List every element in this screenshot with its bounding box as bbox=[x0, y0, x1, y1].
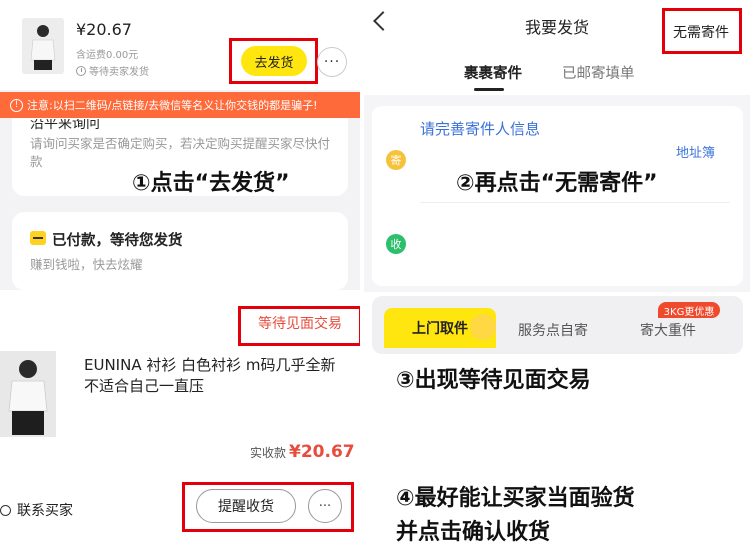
actual-received-amount: ¥20.67 bbox=[289, 442, 355, 462]
wallet-icon bbox=[30, 231, 46, 245]
actual-received: 实收款 ¥20.67 bbox=[250, 442, 355, 462]
step-4-label-line2: 并点击确认收货 bbox=[396, 520, 551, 545]
fraud-warning-text: 注意:以扫二维码/点链接/去微信等名义让你交钱的都是骗子! bbox=[27, 99, 318, 112]
step-3-label: ③出现等待见面交易 bbox=[396, 368, 591, 393]
order-status: 等待见面交易 bbox=[258, 316, 342, 332]
tab-indicator bbox=[474, 88, 504, 91]
step-1-label: ①点击“去发货” bbox=[132, 171, 290, 196]
receive-icon: 收 bbox=[386, 234, 406, 254]
remind-receipt-button[interactable]: 提醒收货 bbox=[196, 489, 296, 523]
order-status: 等待卖家发货 bbox=[76, 63, 149, 78]
panel-send-shipment: 我要发货 无需寄件 裹裹寄件 已邮寄填单 请完善寄件人信息 地址簿 寄 ②再点击… bbox=[364, 0, 750, 292]
warning-icon: ! bbox=[10, 98, 23, 112]
panel-awaiting-meetup: 等待见面交易 EUNINA 衬衫 白色衬衫 m码几乎全新 不适合自己一直压 实收… bbox=[0, 296, 360, 547]
tab-guoguo[interactable]: 裹裹寄件 bbox=[464, 62, 522, 83]
step-2-label: ②再点击“无需寄件” bbox=[456, 171, 658, 196]
product-name[interactable]: EUNINA 衬衫 白色衬衫 m码几乎全新 不适合自己一直压 bbox=[84, 355, 354, 397]
product-thumbnail[interactable] bbox=[22, 18, 64, 74]
promo-badge: 3KG更优惠 bbox=[658, 302, 720, 318]
tab-heavy-item[interactable]: 寄大重件 bbox=[640, 320, 696, 340]
order-status-text: 等待卖家发货 bbox=[89, 67, 149, 78]
step-4-label-line1: ④最好能让买家当面验货 bbox=[396, 486, 635, 511]
fraud-warning-banner: ! 注意:以扫二维码/点链接/去微信等名义让你交钱的都是骗子! bbox=[0, 92, 360, 118]
more-button[interactable]: ··· bbox=[317, 47, 347, 77]
paid-text: 赚到钱啦，快去炫耀 bbox=[30, 257, 143, 272]
tab-service-point[interactable]: 服务点自寄 bbox=[518, 320, 588, 340]
product-thumbnail[interactable] bbox=[0, 351, 56, 437]
divider bbox=[420, 202, 730, 203]
contact-buyer-button[interactable]: 联系买家 bbox=[0, 500, 73, 520]
contact-buyer-label: 联系买家 bbox=[17, 503, 73, 519]
panel-ship-order: ¥20.67 含运费0.00元 等待卖家发货 去发货 ··· ! 注意:以扫二维… bbox=[0, 0, 360, 290]
clock-icon bbox=[76, 65, 86, 76]
address-book-link[interactable]: 地址簿 bbox=[676, 142, 715, 161]
tab-mailed[interactable]: 已邮寄填单 bbox=[562, 62, 635, 83]
chat-icon bbox=[0, 504, 11, 516]
actual-received-label: 实收款 bbox=[250, 446, 287, 460]
sender-info-link[interactable]: 请完善寄件人信息 bbox=[420, 118, 540, 139]
no-send-button[interactable]: 无需寄件 bbox=[662, 10, 740, 54]
mascot-icon bbox=[470, 314, 496, 340]
more-button[interactable]: ··· bbox=[308, 489, 342, 523]
ship-button[interactable]: 去发货 bbox=[241, 46, 307, 76]
panel-instructions: 上门取件 服务点自寄 寄大重件 3KG更优惠 ③出现等待见面交易 ④最好能让买家… bbox=[364, 296, 750, 547]
paid-card bbox=[12, 212, 348, 290]
paid-title: 已付款，等待您发货 bbox=[52, 233, 183, 249]
shipping-fee: 含运费0.00元 bbox=[76, 50, 139, 61]
order-price: ¥20.67 bbox=[76, 20, 132, 39]
send-icon: 寄 bbox=[386, 150, 406, 170]
